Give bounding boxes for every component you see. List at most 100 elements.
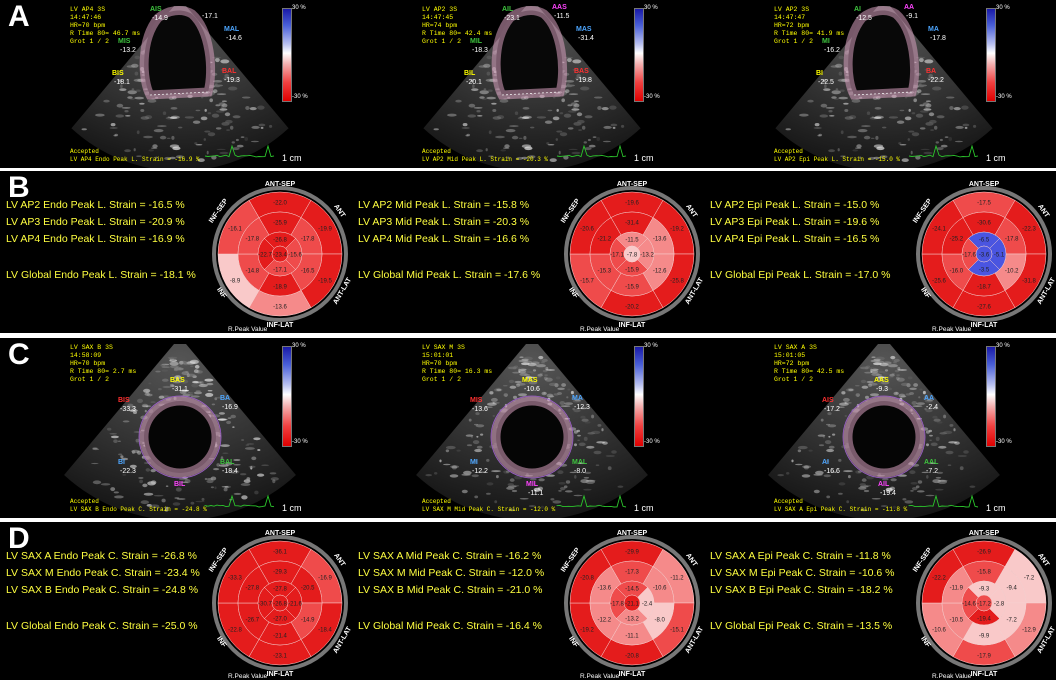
footer-line: Accepted — [70, 148, 99, 155]
segment-value: -19.6 — [625, 201, 639, 207]
segment-value: -27.6 — [977, 305, 991, 311]
segment-value: -18.3 — [472, 47, 488, 54]
info-line: Grot 1 / 2 — [70, 376, 110, 383]
acquisition-info: LV SAX M 3S 15:01:01 HR=70 bpm R Time 80= 1… — [422, 344, 492, 384]
segment-value: -15.1 — [670, 628, 684, 634]
segment-value: -11.1 — [528, 490, 544, 497]
color-scale-bar — [634, 8, 644, 102]
info-line: R Time 80= 16.3 ms — [422, 368, 493, 375]
bullseye-group: LV SAX A Endo Peak C. Strain = -26.8 % LV… — [0, 522, 352, 680]
wall-label-top: ANT-SEP — [265, 530, 296, 537]
segment-value: -18.4 — [222, 468, 238, 475]
segment-value: -13.2 — [625, 617, 639, 623]
apex-value: -26.8 — [273, 602, 287, 608]
wall-label-left-top: INF-SEP — [560, 547, 582, 574]
segment-value: -11.5 — [554, 13, 570, 20]
lv-chamber — [843, 396, 925, 478]
scale-top-label: 30 % — [996, 5, 1010, 11]
lv-chamber — [139, 6, 216, 100]
segment-value: -12.6 — [653, 269, 667, 275]
strain-footer: Accepted LV AP4 Endo Peak L. Strain = -16… — [70, 148, 200, 164]
apex-value: -7.8 — [627, 253, 638, 259]
segment-name: MAL — [572, 459, 588, 466]
scale-top-label: 30 % — [292, 5, 306, 11]
footer-line: Accepted — [70, 498, 99, 505]
lv-chamber — [491, 396, 573, 478]
segment-value: -16.0 — [949, 269, 963, 275]
footer-line: LV SAX A Epi Peak C. Strain = -11.8 % — [774, 506, 908, 513]
panel-letter: D — [8, 522, 30, 555]
segment-value: -31.1 — [172, 386, 188, 393]
info-line: 15:01:05 — [774, 352, 806, 359]
info-line: 15:01:01 — [422, 352, 454, 359]
segment-value: -15.3 — [597, 269, 611, 275]
apex-value: -21.1 — [625, 602, 639, 608]
info-line: HR=70 bpm — [70, 22, 106, 29]
panel-d: D LV SAX A Endo Peak C. Strain = -26.8 %… — [0, 522, 1056, 680]
segment-name: MIS — [118, 38, 131, 45]
segment-value: -8.9 — [230, 279, 241, 285]
segment-value: -5.1 — [994, 253, 1005, 259]
segment-value: -20.8 — [580, 576, 594, 582]
segment-value: -8.0 — [655, 618, 666, 624]
segment-value: -20.2 — [625, 305, 639, 311]
scale-cm-label: 1 cm — [986, 153, 1006, 163]
segment-name: AI — [854, 6, 861, 13]
wall-label-left-top: INF-SEP — [560, 198, 582, 225]
info-line: LV AP4 3S — [70, 6, 106, 13]
strain-footer: Accepted LV SAX M Mid Peak C. Strain = -1… — [422, 498, 555, 514]
segment-value: -14.8 — [245, 269, 259, 275]
segment-name: BA — [220, 395, 231, 402]
footer-line: LV SAX M Mid Peak C. Strain = -12.0 % — [422, 506, 556, 513]
scale-cm-label: 1 cm — [986, 503, 1006, 513]
panel-a: A LV AP4 3S 14:47:46 HR=70 bpm R Time 80= 4… — [0, 0, 1056, 168]
segment-value: -19.4 — [880, 490, 896, 497]
segment-value: -17.8 — [1005, 237, 1019, 243]
segment-value: -9.4 — [1007, 586, 1018, 592]
info-line: Grot 1 / 2 — [774, 376, 814, 383]
scale-bottom-label: -30 % — [644, 94, 660, 100]
segment-value: -25.6 — [932, 279, 946, 285]
bullseye-plot: -19.6 -19.2 -25.8 -20.2 -15.7 -20.6 -31.4 -13.6… — [560, 181, 704, 333]
segment-name: MIL — [526, 481, 539, 488]
segment-value: -31.8 — [1022, 279, 1036, 285]
segment-value: -10.6 — [653, 586, 667, 592]
echo-image — [64, 344, 296, 518]
bullseye-plot: -26.9 -7.2 -12.9 -17.9 -10.6 -22.2 -15.8 -9.4 -7… — [912, 530, 1056, 680]
segment-name: BA — [926, 68, 937, 75]
segment-name: BI — [816, 70, 823, 77]
segment-value: -12.9 — [1022, 628, 1036, 634]
segment-value: -26.9 — [977, 550, 991, 556]
color-scale-bar — [282, 346, 292, 447]
info-line: HR=72 bpm — [774, 22, 810, 29]
strain-footer: Accepted LV AP2 Epi Peak L. Strain = -15.… — [774, 148, 900, 164]
color-scale-bar — [282, 8, 292, 102]
segment-value: -17.9 — [977, 654, 991, 660]
segment-value: -20.5 — [301, 586, 315, 592]
segment-value: -15.8 — [977, 570, 991, 576]
segment-value: -23.1 — [504, 15, 520, 22]
bullseye-plot: -22.0 -19.9 -19.5 -13.6 -8.9 -16.1 -25.9 -17.8 -… — [208, 181, 352, 333]
segment-value: -2.4 — [642, 602, 653, 608]
segment-value: -17.8 — [245, 237, 259, 243]
footer-line: Accepted — [422, 498, 451, 505]
segment-value: -30.6 — [977, 221, 991, 227]
segment-value: -14.9 — [301, 618, 315, 624]
peak-value-caption: R.Peak Value — [580, 673, 620, 680]
segment-value: -17.8 — [301, 237, 315, 243]
segment-value: -13.2 — [120, 47, 136, 54]
segment-value: -22.7 — [258, 253, 272, 259]
echo-image — [71, 6, 289, 168]
segment-name: BIL — [174, 481, 186, 488]
segment-value: -16.1 — [228, 227, 242, 233]
bullseye-plot: -17.5 -22.3 -31.8 -27.6 -25.6 -24.1 -30.6 -17.8… — [912, 181, 1056, 333]
segment-value: -14.9 — [152, 15, 168, 22]
acquisition-info: LV AP2 3S 14:47:47 HR=72 bpm R Time 80= 41.… — [774, 6, 844, 46]
segment-value: -7.2 — [1007, 618, 1018, 624]
info-line: HR=70 bpm — [70, 360, 106, 367]
segment-value: -17.8 — [610, 602, 624, 608]
segment-value: -19.2 — [670, 227, 684, 233]
segment-value: -22.0 — [273, 201, 287, 207]
segment-value: -14.6 — [226, 35, 242, 42]
scale-bottom-label: -30 % — [644, 439, 660, 445]
